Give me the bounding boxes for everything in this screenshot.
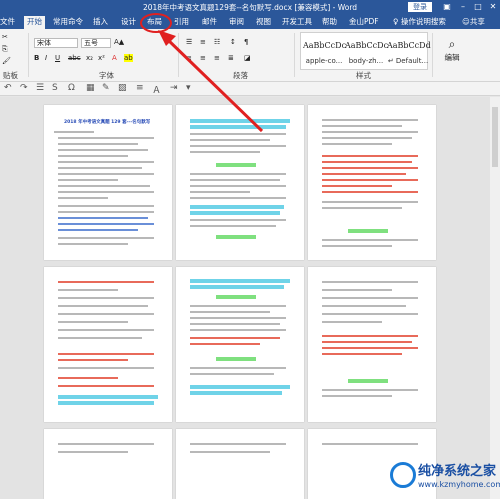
site-logo-icon	[390, 462, 416, 488]
annotation-arrow	[158, 30, 264, 133]
watermark-url: www.kzmyhome.com	[418, 480, 500, 489]
site-watermark: 纯净系统之家 www.kzmyhome.com	[386, 456, 500, 496]
watermark-title: 纯净系统之家	[418, 464, 497, 479]
